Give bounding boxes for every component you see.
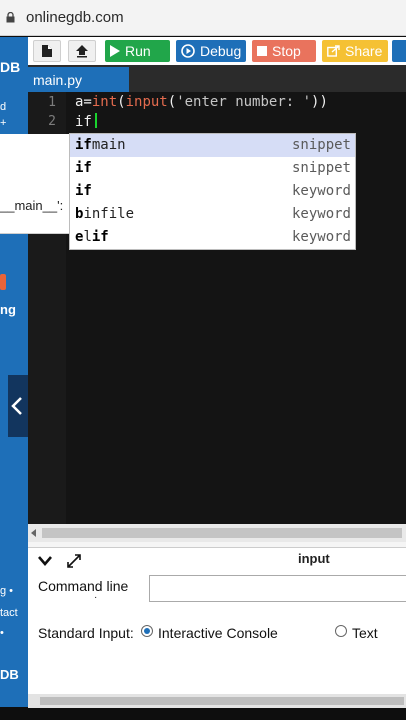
autocomplete-item[interactable]: if keyword [70,180,355,203]
new-file-button[interactable] [33,40,61,62]
upload-button[interactable] [68,40,96,62]
completion-text: nfile [91,206,135,222]
lock-icon [6,12,15,23]
tab-main-py[interactable]: main.py [28,67,129,92]
debug-icon [181,44,195,58]
sidebar-footer-link[interactable]: tact [0,607,18,619]
chevron-left-icon [11,397,22,415]
editor-scrollbar[interactable] [28,524,406,542]
autocomplete-item[interactable]: binfile keyword [70,203,355,226]
code-token: )) [311,94,328,110]
sidebar-footer-text: • [0,627,4,639]
file-icon [42,45,52,57]
command-line-dot: · [94,592,98,603]
bottom-edge [0,708,406,720]
tab-input[interactable]: input [298,551,330,566]
interactive-console-label[interactable]: Interactive Console [158,625,278,641]
run-button[interactable]: Run [105,40,170,62]
line-number: 2 [48,114,56,129]
completion-text: main [91,137,126,153]
text-radio[interactable] [335,625,347,637]
editor-toolbar: Run Debug Stop Share [28,37,406,65]
code-token: ( [167,94,177,110]
io-panel: input Command line · Standard Input: Int… [28,548,406,694]
text-option-label[interactable]: Text [352,625,378,641]
completion-kind: snippet [291,137,351,153]
chevron-down-icon[interactable] [38,556,52,566]
sidebar-footer-brand: DB [0,667,19,682]
play-icon [110,45,120,57]
language-button[interactable] [392,40,406,62]
upload-icon [76,45,88,58]
sidebar-text: d [0,101,7,113]
autocomplete-item[interactable]: ifmain snippet [70,134,355,157]
completion-kind: snippet [291,160,351,176]
text-cursor [94,113,97,128]
stop-label: Stop [272,43,301,59]
url-text: onlinegdb.com [26,9,124,26]
sidebar-badge [0,274,6,290]
code-line[interactable]: a=int(input('enter number: ')) [75,94,328,110]
command-line-label: Command line [38,578,129,594]
share-icon [327,45,340,57]
browser-address-bar[interactable]: onlinegdb.com [0,0,406,36]
code-token: input [125,94,168,110]
autocomplete-item[interactable]: if snippet [70,157,355,180]
autocomplete-item[interactable]: elif keyword [70,226,355,249]
scroll-left-arrow-icon[interactable] [31,529,36,537]
sidebar-brand[interactable]: DB [0,59,20,75]
share-label: Share [345,43,383,59]
match-text: if [75,137,92,153]
scrollbar-thumb[interactable] [40,697,404,705]
debug-button[interactable]: Debug [176,40,246,62]
panel-scrollbar[interactable] [28,694,406,708]
completion-kind: keyword [291,183,351,199]
stop-icon [257,46,267,56]
interactive-console-radio[interactable] [141,625,153,637]
run-label: Run [125,43,151,59]
tooltip-text: __main__': [0,198,64,213]
autocomplete-popup: ifmain snippet if snippet if keyword bin… [69,133,356,250]
tooltip-fragment: __main__': [0,134,70,234]
sidebar-text: + [0,117,7,129]
code-token: a= [75,94,92,110]
code-line[interactable]: if [75,113,97,130]
code-string: 'enter number: ' [176,94,312,110]
standard-input-label: Standard Input: [38,625,134,641]
scrollbar-thumb[interactable] [42,528,402,538]
sidebar-item[interactable]: ng [0,302,16,317]
expand-icon[interactable] [66,553,82,569]
code-token: if [75,114,92,130]
line-number: 1 [48,95,56,110]
sidebar-footer-link[interactable]: g • [0,585,13,597]
command-line-input[interactable] [149,575,406,602]
editor-tab-bar: main.py [28,65,406,92]
share-button[interactable]: Share [322,40,388,62]
completion-kind: keyword [291,206,351,222]
code-token: ( [117,94,126,110]
match-text: if [75,160,92,176]
stop-button[interactable]: Stop [252,40,316,62]
match-text: if [75,183,92,199]
debug-label: Debug [200,43,242,59]
collapse-sidebar-button[interactable] [8,375,28,437]
code-token: int [91,94,118,110]
completion-kind: keyword [291,229,351,245]
